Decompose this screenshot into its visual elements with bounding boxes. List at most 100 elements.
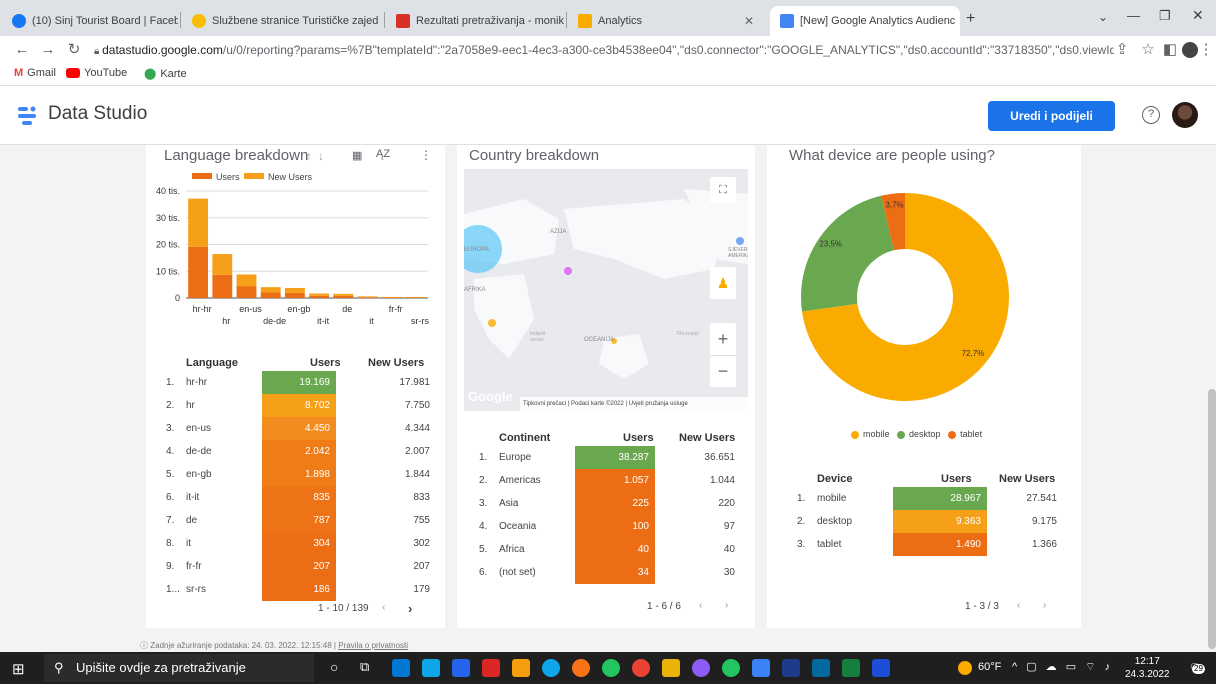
chrome-app-icon[interactable]	[632, 659, 650, 677]
table-row[interactable]: 6. (not set) 34 30	[457, 561, 755, 584]
terms-link[interactable]: Uvjeti pružanja usluge	[629, 401, 688, 407]
col-header-new-users[interactable]: New Users	[368, 357, 424, 369]
notifications-icon[interactable]: 🗨︎29	[1186, 658, 1205, 676]
restore-icon[interactable]: ❐	[1159, 8, 1171, 24]
table-row[interactable]: 3. Asia 225 220	[457, 492, 755, 515]
weather-text[interactable]: 60°F	[978, 661, 1001, 673]
table-row[interactable]: 2. desktop 9.363 9.175	[767, 510, 1081, 533]
vlc-app-icon[interactable]	[512, 659, 530, 677]
close-icon[interactable]: ✕	[378, 14, 382, 28]
close-icon[interactable]: ✕	[955, 14, 960, 28]
acrobat-app-icon[interactable]	[482, 659, 500, 677]
weather-icon[interactable]	[958, 661, 972, 675]
table-row[interactable]: 4. Oceania 100 97	[457, 515, 755, 538]
user-avatar[interactable]	[1172, 102, 1198, 128]
system-tray-icons[interactable]: ^ ▢ ☁ ▭ ⌔ ♪	[1012, 660, 1113, 674]
reload-icon[interactable]: ↻	[64, 40, 84, 60]
next-page-icon[interactable]: ›	[408, 601, 412, 616]
viber-app-icon[interactable]	[692, 659, 710, 677]
tab-data-studio[interactable]: [New] Google Analytics Audienc ✕	[770, 6, 960, 36]
table-row[interactable]: 5. en-gb 1.898 1.844	[146, 463, 445, 486]
table-row[interactable]: 3. en-us 4.450 4.344	[146, 417, 445, 440]
more-options-icon[interactable]: ⋮	[420, 148, 432, 162]
prev-page-icon[interactable]: ‹	[699, 600, 702, 611]
bookmark-karte[interactable]: ⬤ Karte	[144, 67, 187, 81]
firefox-app-icon[interactable]	[572, 659, 590, 677]
minimize-icon[interactable]: —	[1127, 8, 1140, 23]
file-explorer-app-icon[interactable]	[662, 659, 680, 677]
sort-az-icon[interactable]: ĄZ	[376, 148, 390, 160]
col-header-users[interactable]: Users	[623, 432, 654, 444]
forward-arrow-icon[interactable]: →	[38, 40, 58, 60]
fullscreen-icon[interactable]: ⛶	[710, 177, 736, 203]
calculator-app-icon[interactable]	[392, 659, 410, 677]
col-header-language[interactable]: Language	[186, 357, 238, 369]
mail-app-icon[interactable]	[422, 659, 440, 677]
cortana-icon[interactable]: ○	[330, 659, 338, 675]
prev-page-icon[interactable]: ‹	[382, 602, 385, 613]
table-row[interactable]: 8. it 304 302	[146, 532, 445, 555]
edit-and-share-button[interactable]: Uredi i podijeli	[988, 101, 1115, 131]
col-header-new-users[interactable]: New Users	[999, 473, 1055, 485]
table-row[interactable]: 9. fr-fr 207 207	[146, 555, 445, 578]
taskbar-search-box[interactable]: ⚲ Upišite ovdje za pretraživanje	[44, 654, 314, 682]
table-row[interactable]: 1... sr-rs 186 179	[146, 578, 445, 601]
taskbar-clock[interactable]: 12:17 24.3.2022	[1125, 655, 1170, 681]
kebab-menu-icon[interactable]: ⋮	[1196, 40, 1216, 60]
col-header-new-users[interactable]: New Users	[679, 432, 735, 444]
excel-app-icon[interactable]	[842, 659, 860, 677]
table-row[interactable]: 3. tablet 1.490 1.366	[767, 533, 1081, 556]
tab-sluzbene[interactable]: Službene stranice Turističke zajed ✕	[182, 6, 382, 36]
sort-arrows-icon[interactable]: ↑↓	[306, 149, 330, 163]
table-row[interactable]: 2. hr 8.702 7.750	[146, 394, 445, 417]
help-icon[interactable]: ?	[1142, 106, 1160, 124]
next-page-icon[interactable]: ›	[725, 600, 728, 611]
col-header-users[interactable]: Users	[310, 357, 341, 369]
whatsapp-app-icon[interactable]	[722, 659, 740, 677]
table-row[interactable]: 7. de 787 755	[146, 509, 445, 532]
table-row[interactable]: 2. Americas 1.057 1.044	[457, 469, 755, 492]
table-row[interactable]: 1. mobile 28.967 27.541	[767, 487, 1081, 510]
table-row[interactable]: 4. de-de 2.042 2.007	[146, 440, 445, 463]
windows-start-icon[interactable]: ⊞	[12, 660, 25, 678]
word-app-icon[interactable]	[872, 659, 890, 677]
chart-options-icon[interactable]: ▦	[352, 149, 362, 162]
url-field[interactable]: 🔒︎ datastudio.google.com/u/0/reporting?p…	[94, 40, 1114, 60]
outlook-app-icon[interactable]	[812, 659, 830, 677]
dropbox-app-icon[interactable]	[452, 659, 470, 677]
sidepanel-icon[interactable]: ◧	[1160, 40, 1180, 60]
table-row[interactable]: 1. hr-hr 19.169 17.981	[146, 371, 445, 394]
next-page-icon[interactable]: ›	[1043, 600, 1046, 611]
world-map[interactable]: AZIJA EUROPA AFRIKA OCEANIJA SJEVERNA AM…	[464, 169, 748, 411]
col-header-users[interactable]: Users	[941, 473, 972, 485]
table-row[interactable]: 5. Africa 40 40	[457, 538, 755, 561]
pegman-icon[interactable]: ♟	[710, 267, 736, 299]
window-close-icon[interactable]: ✕	[1192, 7, 1204, 24]
col-header-continent[interactable]: Continent	[499, 432, 550, 444]
bookmark-star-icon[interactable]: ☆	[1138, 40, 1158, 60]
bookmark-gmail[interactable]: M Gmail	[14, 67, 56, 79]
share-icon[interactable]: ⇪	[1112, 40, 1132, 60]
table-row[interactable]: 6. it-it 835 833	[146, 486, 445, 509]
tab-gmail-search[interactable]: Rezultati pretraživanja - monika ✕	[386, 6, 564, 36]
messenger-app-icon[interactable]	[752, 659, 770, 677]
page-scrollbar[interactable]	[1208, 389, 1216, 649]
edge-app-icon[interactable]	[602, 659, 620, 677]
zoom-out-icon[interactable]: −	[710, 355, 736, 387]
keyboard-shortcuts-link[interactable]: Tipkovni prečaci	[523, 401, 566, 407]
privacy-link[interactable]: Pravila o privatnosti	[338, 641, 408, 650]
back-arrow-icon[interactable]: ←	[12, 40, 32, 60]
table-row[interactable]: 1. Europe 38.287 36.651	[457, 446, 755, 469]
tab-facebook[interactable]: (10) Sinj Tourist Board | Facebook ✕	[2, 6, 178, 36]
skype-app-icon[interactable]	[542, 659, 560, 677]
tab-search-chevron-icon[interactable]: ⌄	[1098, 10, 1108, 24]
zoom-in-icon[interactable]: +	[710, 323, 736, 355]
photoshop-app-icon[interactable]	[782, 659, 800, 677]
close-icon[interactable]: ✕	[738, 14, 754, 28]
prev-page-icon[interactable]: ‹	[1017, 600, 1020, 611]
bookmark-youtube[interactable]: YouTube	[66, 67, 127, 79]
task-view-icon[interactable]: ⧉	[360, 659, 369, 675]
col-header-device[interactable]: Device	[817, 473, 852, 485]
new-tab-plus-icon[interactable]: +	[966, 10, 975, 28]
tab-analytics[interactable]: Analytics ✕	[568, 6, 764, 36]
